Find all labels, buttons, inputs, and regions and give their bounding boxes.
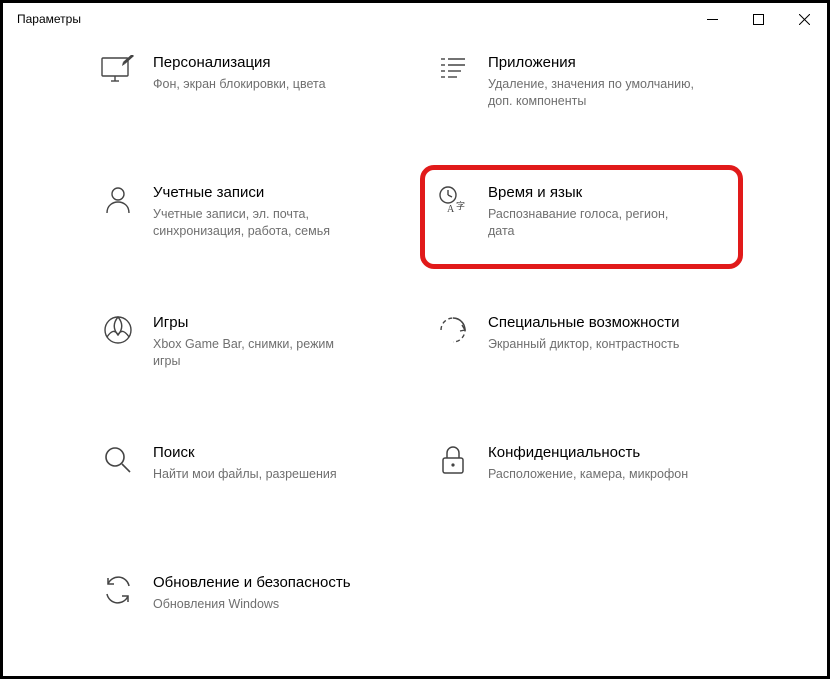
svg-text:字: 字 [456,200,465,211]
tile-update-security[interactable]: Обновление и безопасность Обновления Win… [95,569,400,639]
settings-content: Персонализация Фон, экран блокировки, цв… [3,43,827,676]
tile-privacy[interactable]: Конфиденциальность Расположение, камера,… [430,439,735,509]
maximize-button[interactable] [735,3,781,35]
accounts-icon [101,185,135,219]
tile-time-language[interactable]: A 字 Время и язык Распознавание голоса, р… [430,179,735,249]
tile-desc: Xbox Game Bar, снимки, режим игры [153,336,363,370]
tile-search[interactable]: Поиск Найти мои файлы, разрешения [95,439,400,509]
tile-desc: Расположение, камера, микрофон [488,466,688,483]
tile-personalization[interactable]: Персонализация Фон, экран блокировки, цв… [95,49,400,119]
close-icon [799,14,810,25]
svg-text:A: A [447,204,455,215]
tile-desc: Обновления Windows [153,596,351,613]
tile-title: Специальные возможности [488,314,680,333]
privacy-icon [436,445,470,479]
tile-ease-of-access[interactable]: Специальные возможности Экранный диктор,… [430,309,735,379]
tile-title: Персонализация [153,54,326,73]
tile-apps[interactable]: Приложения Удаление, значения по умолчан… [430,49,735,119]
time-language-icon: A 字 [436,185,470,219]
search-icon [101,445,135,479]
tile-title: Обновление и безопасность [153,574,351,593]
tile-desc: Фон, экран блокировки, цвета [153,76,326,93]
tile-desc: Удаление, значения по умолчанию, доп. ко… [488,76,698,110]
titlebar: Параметры [3,3,827,35]
maximize-icon [753,14,764,25]
tile-title: Поиск [153,444,337,463]
tile-gaming[interactable]: Игры Xbox Game Bar, снимки, режим игры [95,309,400,379]
tile-title: Конфиденциальность [488,444,688,463]
settings-grid: Персонализация Фон, экран блокировки, цв… [95,49,735,639]
gaming-icon [101,315,135,349]
tile-accounts[interactable]: Учетные записи Учетные записи, эл. почта… [95,179,400,249]
tile-title: Приложения [488,54,698,73]
tile-desc: Учетные записи, эл. почта, синхронизация… [153,206,363,240]
settings-window: Параметры [0,0,830,679]
tile-desc: Распознавание голоса, регион, дата [488,206,698,240]
minimize-button[interactable] [689,3,735,35]
update-security-icon [101,575,135,609]
tile-title: Игры [153,314,363,333]
personalization-icon [101,55,135,89]
tile-title: Время и язык [488,184,698,203]
tile-desc: Найти мои файлы, разрешения [153,466,337,483]
minimize-icon [707,14,718,25]
window-controls [689,3,827,35]
tile-desc: Экранный диктор, контрастность [488,336,680,353]
ease-of-access-icon [436,315,470,349]
tile-title: Учетные записи [153,184,363,203]
apps-icon [436,55,470,89]
window-title: Параметры [17,12,81,26]
close-button[interactable] [781,3,827,35]
